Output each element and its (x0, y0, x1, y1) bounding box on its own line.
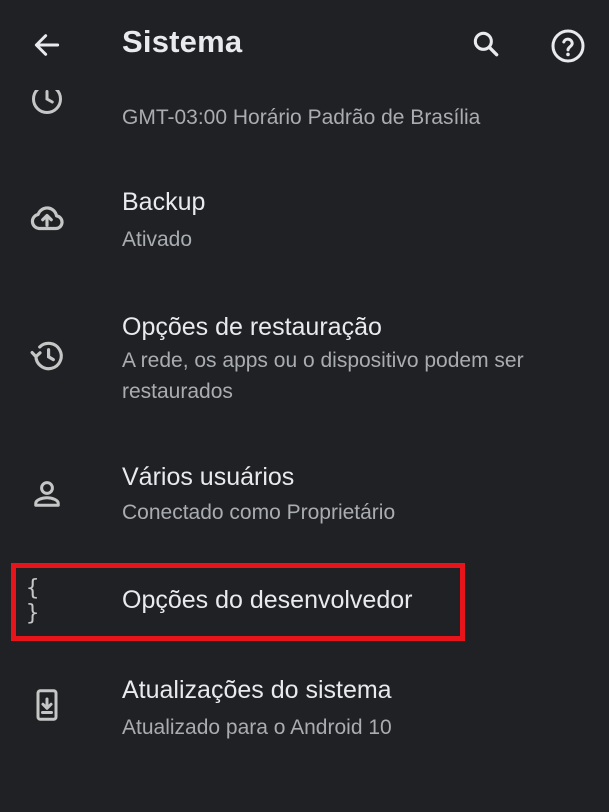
time-zone-summary: GMT-03:00 Horário Padrão de Brasília (122, 106, 481, 129)
backup-title: Backup (122, 188, 206, 216)
help-icon[interactable] (546, 24, 590, 68)
list-item-time-zone[interactable]: GMT-03:00 Horário Padrão de Brasília (0, 84, 609, 150)
page-title: Sistema (122, 24, 243, 59)
list-item-multiple-users[interactable]: Vários usuários Conectado como Proprietá… (0, 455, 609, 545)
reset-options-title: Opções de restauração (122, 313, 382, 341)
reset-options-summary: A rede, os apps ou o dispositivo podem s… (122, 349, 524, 403)
system-update-icon (26, 684, 68, 726)
arrow-back-icon[interactable] (28, 26, 66, 64)
backup-summary: Ativado (122, 228, 193, 251)
settings-list: GMT-03:00 Horário Padrão de Brasília Bac… (0, 0, 609, 812)
app-bar: Sistema (0, 0, 609, 90)
search-icon[interactable] (466, 24, 506, 64)
highlight-box (11, 563, 465, 641)
person-icon (26, 473, 68, 515)
list-item-reset-options[interactable]: Opções de restauração A rede, os apps ou… (0, 305, 609, 415)
cloud-upload-icon (26, 198, 68, 240)
restore-history-icon (26, 335, 68, 377)
system-updates-summary: Atualizado para o Android 10 (122, 716, 392, 739)
multiple-users-summary: Conectado como Proprietário (122, 501, 396, 524)
list-item-backup[interactable]: Backup Ativado (0, 180, 609, 270)
list-item-system-updates[interactable]: Atualizações do sistema Atualizado para … (0, 668, 609, 758)
multiple-users-title: Vários usuários (122, 463, 295, 491)
system-updates-title: Atualizações do sistema (122, 676, 392, 704)
